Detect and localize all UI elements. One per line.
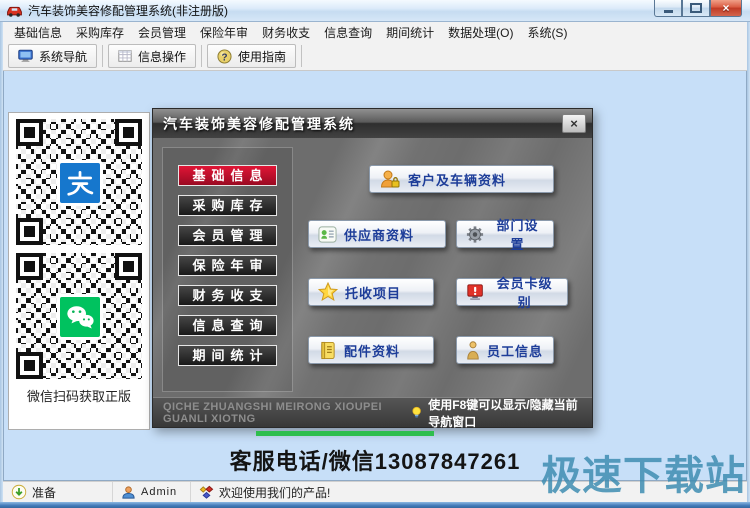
pinyin-watermark: QICHE ZHUANGSHI MEIRONG XIOUPEI GUANLI X… [163,400,382,425]
dialog-nav-member-management[interactable]: 会员管理 [178,225,277,246]
toolbar-separator [201,45,203,67]
department-settings-button[interactable]: 部门设置 [456,218,554,252]
f8-hint: 使用F8键可以显示/隐藏当前导航窗口 [410,396,582,430]
dialog-title-bar: 汽车装饰美容修配管理系统 × [153,109,592,138]
employee-info-button[interactable]: 员工信息 [456,336,554,364]
alert-monitor-icon [467,283,483,300]
window-controls: × [654,0,742,17]
dialog-body: 基础信息 采购库存 会员管理 保险年审 财务收支 信息查询 期间统计 客户及车辆… [153,138,592,430]
wechat-qr-code [16,253,142,379]
parts-data-button[interactable]: 配件资料 [308,336,434,364]
window-border-bottom [0,502,750,508]
status-ready-section: 准备 [3,482,113,502]
dialog-nav-finance[interactable]: 财务收支 [178,285,277,306]
green-underline-bar [256,431,434,436]
supplier-data-button[interactable]: 供应商资料 [308,220,446,248]
tool-label: 使用指南 [238,49,287,64]
feature-label: 会员卡级别 [496,276,553,310]
minimize-button[interactable] [654,0,682,17]
supplier-icon [318,225,337,243]
wechat-logo-icon [57,294,103,340]
qr-finder [16,218,43,245]
qr-finder [115,253,142,280]
system-navigation-button[interactable]: 系统导航 [8,44,98,68]
toolbar-separator [102,45,104,67]
menu-period-statistics[interactable]: 期间统计 [379,22,441,43]
menu-system[interactable]: 系统(S) [520,22,574,43]
menu-insurance-review[interactable]: 保险年审 [193,22,255,43]
nav-panel: 基础信息 采购库存 会员管理 保险年审 财务收支 信息查询 期间统计 [162,147,293,392]
customer-vehicle-icon [380,170,400,188]
close-button[interactable]: × [710,0,742,17]
info-operation-button[interactable]: 信息操作 [108,44,197,68]
feature-label: 员工信息 [487,343,544,359]
member-card-level-button[interactable]: 会员卡级别 [456,276,568,310]
status-user-section: Admin [113,482,191,502]
tool-label: 系统导航 [39,49,88,64]
menu-finance[interactable]: 财务收支 [255,22,317,43]
maximize-button[interactable] [682,0,710,17]
watermark: 极速下载站 [541,454,746,498]
user-icon [122,485,135,499]
svg-text:?: ? [222,52,228,63]
qr-caption: 微信扫码获取正版 [26,389,131,404]
qr-finder [115,119,142,146]
feature-label: 配件资料 [344,343,401,359]
feature-label: 托收项目 [345,285,402,301]
dialog-title: 汽车装饰美容修配管理系统 [163,115,355,132]
dialog-nav-period-statistics[interactable]: 期间统计 [178,345,277,366]
menu-purchase-inventory[interactable]: 采购库存 [69,22,131,43]
ready-icon [11,484,27,500]
notebook-icon [321,341,335,359]
menu-member-management[interactable]: 会员管理 [131,22,193,43]
qr-finder [16,352,43,379]
monitor-icon [18,49,33,62]
collection-items-button[interactable]: 托收项目 [308,278,434,306]
status-user-text: Admin [141,486,178,498]
customer-vehicle-data-button[interactable]: 客户及车辆资料 [369,165,554,193]
window-title: 汽车装饰美容修配管理系统(非注册版) [28,4,228,18]
dialog-footer: QICHE ZHUANGSHI MEIRONG XIOUPEI GUANLI X… [153,396,592,430]
help-icon: ? [217,48,232,64]
dialog-close-button[interactable]: × [562,114,586,133]
feature-label: 供应商资料 [344,227,415,243]
status-welcome-text: 欢迎使用我们的产品! [219,485,331,500]
bulb-icon [412,406,421,418]
status-ready-text: 准备 [32,485,57,500]
qr-panel: 微信扫码获取正版 [8,112,150,430]
tool-label: 信息操作 [138,49,187,64]
alipay-logo-icon [57,160,103,206]
app-icon [6,5,23,17]
feature-label: 客户及车辆资料 [408,172,507,188]
app-window: 汽车装饰美容修配管理系统(非注册版) × 基础信息 采购库存 会员管理 保险年审… [0,0,750,508]
dialog-nav-purchase-inventory[interactable]: 采购库存 [178,195,277,216]
car-icon [7,6,22,17]
dialog-nav-info-query[interactable]: 信息查询 [178,315,277,336]
feature-label: 部门设置 [496,218,539,252]
f8-hint-text: 使用F8键可以显示/隐藏当前导航窗口 [428,397,578,429]
menu-bar: 基础信息 采购库存 会员管理 保险年审 财务收支 信息查询 期间统计 数据处理(… [3,22,747,43]
star-icon [318,282,338,302]
toolbar: 系统导航 信息操作 ? 使用指南 [3,42,747,71]
alipay-qr-code [16,119,142,245]
person-icon [467,340,479,360]
toolbar-separator [301,45,303,67]
menu-basic-info[interactable]: 基础信息 [7,22,69,43]
gear-icon [466,225,484,243]
title-bar: 汽车装饰美容修配管理系统(非注册版) × [0,0,750,22]
menu-data-processing[interactable]: 数据处理(O) [441,22,520,43]
welcome-icon [199,485,214,499]
qr-finder [16,119,43,146]
qr-finder [16,253,43,280]
grid-icon [118,50,132,62]
navigation-dialog: 汽车装饰美容修配管理系统 × 基础信息 采购库存 会员管理 保险年审 财务收支 … [152,108,593,430]
user-guide-button[interactable]: ? 使用指南 [207,44,297,68]
dialog-nav-basic-info[interactable]: 基础信息 [178,165,277,186]
dialog-nav-insurance-review[interactable]: 保险年审 [178,255,277,276]
menu-info-query[interactable]: 信息查询 [317,22,379,43]
